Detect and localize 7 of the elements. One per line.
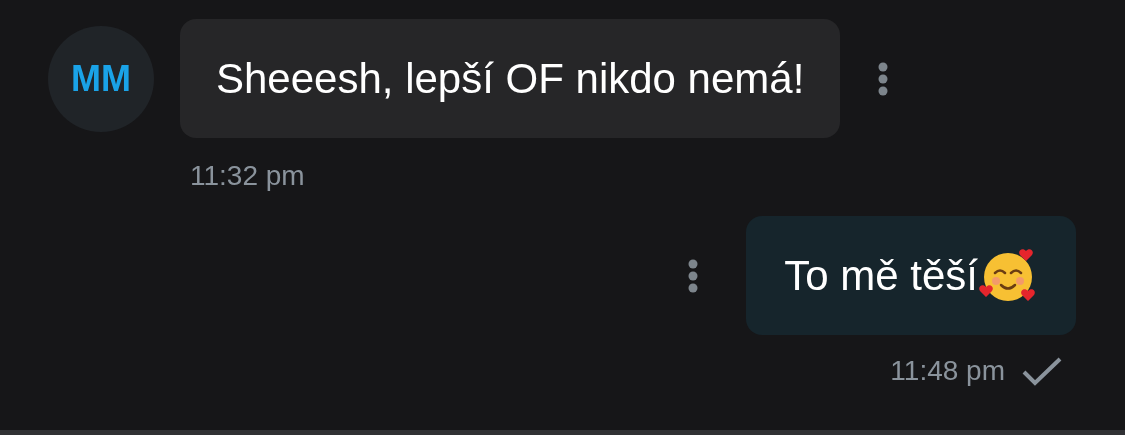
message-time: 11:48 pm — [890, 355, 1005, 387]
more-options-icon[interactable] — [688, 258, 699, 293]
more-options-icon[interactable] — [878, 61, 889, 96]
message-text: To mě těší — [784, 251, 978, 300]
message-time: 11:32 pm — [190, 160, 305, 192]
message-text: Sheeesh, lepší OF nikdo nemá! — [216, 54, 805, 103]
avatar[interactable]: MM — [48, 25, 154, 132]
